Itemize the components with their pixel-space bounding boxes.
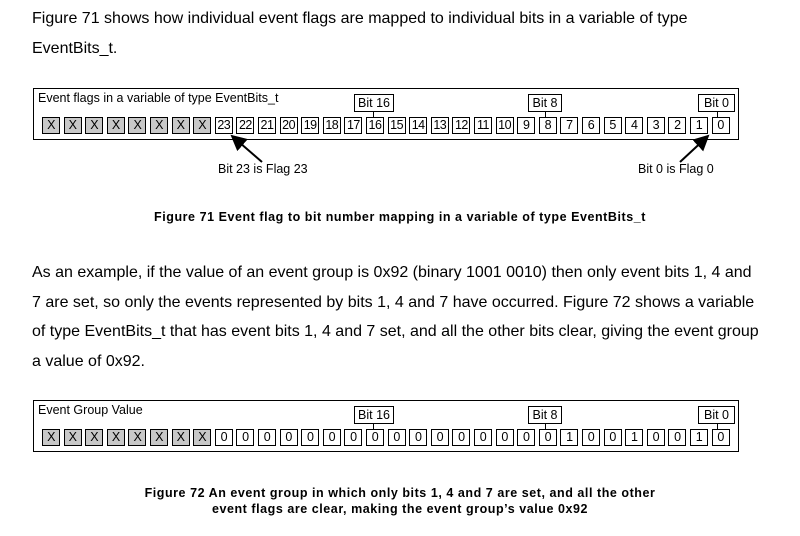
- annotation-bit-0: Bit 0 is Flag 0: [638, 162, 714, 176]
- bit-cell-13: 0: [430, 429, 449, 446]
- annotation-bit-23: Bit 23 is Flag 23: [218, 162, 308, 176]
- bit-cell-1: 1: [690, 429, 708, 446]
- bit-cell-2: 0: [668, 429, 687, 446]
- bit-cell-6: 0: [582, 429, 600, 446]
- marker-bit-8: Bit 8: [528, 406, 562, 424]
- example-paragraph: As an example, if the value of an event …: [32, 264, 759, 370]
- bit-cell-5: 0: [603, 429, 622, 446]
- bit-cell-23: 0: [214, 429, 233, 446]
- arrow-to-bit-23: [230, 134, 263, 163]
- bit-cell-3: 0: [646, 429, 665, 446]
- bit-cell-9: 0: [517, 429, 536, 446]
- bit-cell-29: X: [85, 429, 104, 446]
- bit-cell-21: 0: [258, 429, 276, 446]
- bit-cell-24: X: [193, 429, 212, 446]
- bit-cell-31: X: [42, 429, 60, 446]
- bit-cell-26: X: [150, 429, 168, 446]
- bit-cell-25: X: [171, 429, 190, 446]
- bit-cell-10: 0: [495, 429, 514, 446]
- bit-cell-16: 0: [366, 429, 384, 446]
- bit-cell-7: 1: [560, 429, 579, 446]
- bit-cell-22: 0: [236, 429, 255, 446]
- bit-cell-11: 0: [474, 429, 492, 446]
- bit-cell-30: X: [63, 429, 82, 446]
- arrow-to-bit-0: [679, 134, 710, 163]
- bit-cell-15: 0: [387, 429, 406, 446]
- bit-cell-17: 0: [344, 429, 363, 446]
- figure-71-caption: Figure 71 Event flag to bit number mappi…: [154, 210, 646, 224]
- bit-cell-18: 0: [322, 429, 341, 446]
- bit-cell-28: X: [106, 429, 125, 446]
- figure-72-box-title: Event Group Value: [38, 403, 143, 417]
- bit-cell-12: 0: [452, 429, 471, 446]
- figure-72-caption-line-2: event flags are clear, making the event …: [211, 502, 589, 516]
- bit-cell-27: X: [128, 429, 147, 446]
- figure-72-caption: Figure 72 An event group in which only b…: [60, 485, 740, 517]
- bit-cell-20: 0: [279, 429, 298, 446]
- bit-cell-8: 0: [538, 429, 557, 446]
- marker-bit-0: Bit 0: [698, 406, 735, 424]
- figure-72-caption-line-1: Figure 72 An event group in which only b…: [144, 486, 656, 500]
- bit-cell-0: 0: [711, 429, 730, 446]
- figure-72-diagram: Event Group Value Bit 16 Bit 8 Bit 0 XXX…: [33, 400, 739, 452]
- bit-cell-19: 0: [301, 429, 320, 446]
- bit-cell-14: 0: [409, 429, 428, 446]
- bit-cell-4: 1: [625, 429, 644, 446]
- marker-bit-16: Bit 16: [354, 406, 394, 424]
